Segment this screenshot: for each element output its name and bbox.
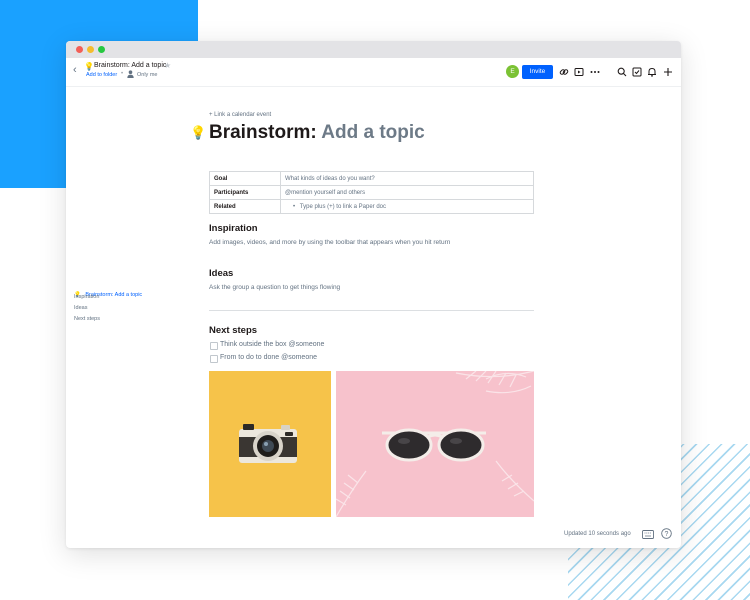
separator: •: [121, 71, 124, 77]
back-arrow-icon[interactable]: ‹: [73, 64, 77, 76]
participants-field[interactable]: @mention yourself and others: [280, 185, 534, 200]
table-row: Related • Type plus (+) to link a Paper …: [209, 199, 534, 214]
related-field-text: Type plus (+) to link a Paper doc: [299, 203, 386, 210]
title-placeholder: Add a topic: [321, 122, 425, 143]
sunglasses-on-pink-photo[interactable]: [336, 371, 534, 517]
related-field[interactable]: • Type plus (+) to link a Paper doc: [280, 199, 534, 214]
link-icon[interactable]: [559, 67, 569, 77]
toolbar-divider: [66, 86, 681, 87]
app-window: ‹ 💡 Brainstorm: Add a topic ★ Add to fol…: [66, 41, 681, 548]
table-key-goal: Goal: [209, 171, 281, 186]
divider: [209, 310, 534, 311]
close-window-button[interactable]: [76, 46, 83, 53]
title-prefix: Brainstorm:: [209, 122, 317, 143]
toc-item-ideas[interactable]: Ideas: [74, 305, 87, 311]
sunglasses-illustration: [336, 371, 534, 517]
todo-item[interactable]: From to do to done @someone: [220, 354, 317, 361]
star-icon[interactable]: ★: [164, 61, 171, 70]
section-heading-inspiration[interactable]: Inspiration: [209, 223, 258, 234]
toc-item-inspiration[interactable]: Inspiration: [74, 294, 99, 300]
person-icon: [127, 70, 134, 78]
meta-table: Goal What kinds of ideas do you want? Pa…: [209, 171, 534, 214]
todo-checkbox[interactable]: [210, 355, 218, 363]
zoom-window-button[interactable]: [98, 46, 105, 53]
doc-toolbar: ‹ 💡 Brainstorm: Add a topic ★ Add to fol…: [66, 58, 681, 86]
search-icon[interactable]: [617, 67, 627, 77]
avatar[interactable]: E: [506, 65, 519, 78]
bullet-icon: •: [293, 203, 296, 210]
present-icon[interactable]: [574, 67, 584, 77]
section-body-ideas[interactable]: Ask the group a question to get things f…: [209, 284, 340, 291]
bell-icon[interactable]: [647, 67, 657, 77]
plus-icon[interactable]: [663, 67, 673, 77]
keyboard-icon[interactable]: [642, 530, 654, 539]
camera-illustration: [239, 424, 297, 463]
table-row: Goal What kinds of ideas do you want?: [209, 171, 534, 186]
visibility-label[interactable]: Only me: [137, 72, 157, 78]
link-calendar-event[interactable]: + Link a calendar event: [209, 112, 271, 118]
table-key-participants: Participants: [209, 185, 281, 200]
window-titlebar: [66, 41, 681, 58]
more-icon[interactable]: [590, 67, 600, 77]
todo-checkbox[interactable]: [210, 342, 218, 350]
section-heading-ideas[interactable]: Ideas: [209, 268, 233, 279]
section-body-inspiration[interactable]: Add images, videos, and more by using th…: [209, 239, 450, 246]
svg-text:?: ?: [665, 531, 669, 538]
updated-status: Updated 10 seconds ago: [564, 531, 631, 537]
todo-item[interactable]: Think outside the box @someone: [220, 341, 324, 348]
lightbulb-icon: 💡: [84, 62, 94, 71]
table-row: Participants @mention yourself and other…: [209, 185, 534, 200]
invite-button[interactable]: Invite: [522, 65, 553, 79]
toc-item-next-steps[interactable]: Next steps: [74, 316, 100, 322]
camera-on-yellow-photo[interactable]: [209, 371, 331, 517]
section-heading-next-steps[interactable]: Next steps: [209, 325, 257, 336]
minimize-window-button[interactable]: [87, 46, 94, 53]
checklist-icon[interactable]: [632, 67, 642, 77]
lightbulb-icon: 💡: [190, 125, 207, 140]
table-key-related: Related: [209, 199, 281, 214]
add-to-folder-link[interactable]: Add to folder: [86, 72, 117, 78]
goal-field[interactable]: What kinds of ideas do you want?: [280, 171, 534, 186]
page-title[interactable]: Brainstorm: Add a topic: [209, 122, 425, 144]
doc-title[interactable]: Brainstorm: Add a topic: [94, 62, 166, 69]
help-icon[interactable]: ?: [661, 528, 672, 539]
